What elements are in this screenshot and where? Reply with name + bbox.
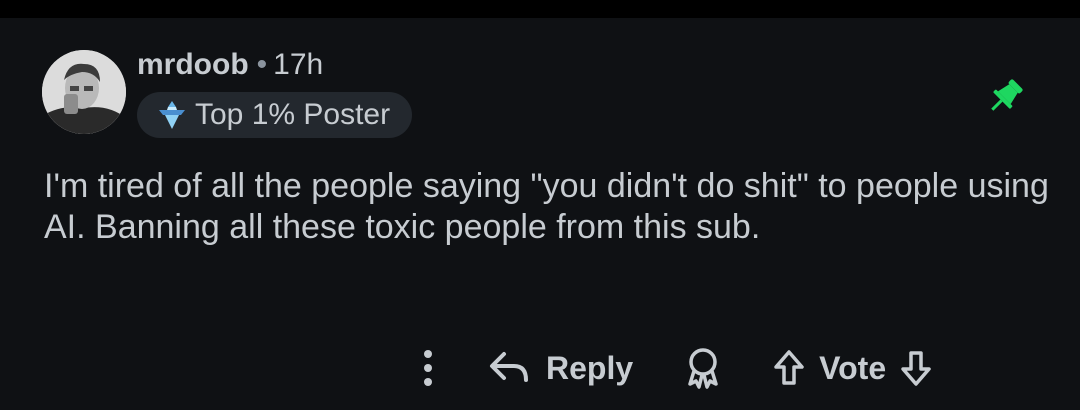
comment-meta: mrdoob • 17h <box>137 48 323 82</box>
status-bar <box>0 0 1080 18</box>
reply-icon <box>488 350 532 386</box>
comment-age: 17h <box>273 48 324 81</box>
vote-label: Vote <box>819 349 887 386</box>
comment-actions: Reply Vote <box>410 343 932 393</box>
comment-card: mrdoob • 17h Top 1% Poster I'm tired of al… <box>0 18 1080 410</box>
vote-control: Vote <box>773 349 932 387</box>
username-link[interactable]: mrdoob <box>137 48 249 81</box>
flair-label: Top 1% Poster <box>195 98 391 131</box>
top-poster-icon <box>155 98 189 132</box>
pin-icon <box>984 76 1026 118</box>
award-icon[interactable] <box>683 346 723 390</box>
reply-button[interactable]: Reply <box>488 350 633 387</box>
reply-label: Reply <box>546 349 634 386</box>
user-flair-badge[interactable]: Top 1% Poster <box>137 92 413 138</box>
more-vertical-icon[interactable] <box>410 343 446 393</box>
comment-body: I'm tired of all the people saying "you … <box>44 167 1049 246</box>
meta-separator: • <box>256 48 268 81</box>
avatar[interactable] <box>42 50 126 134</box>
upvote-icon[interactable] <box>773 349 805 387</box>
downvote-icon[interactable] <box>900 349 932 387</box>
